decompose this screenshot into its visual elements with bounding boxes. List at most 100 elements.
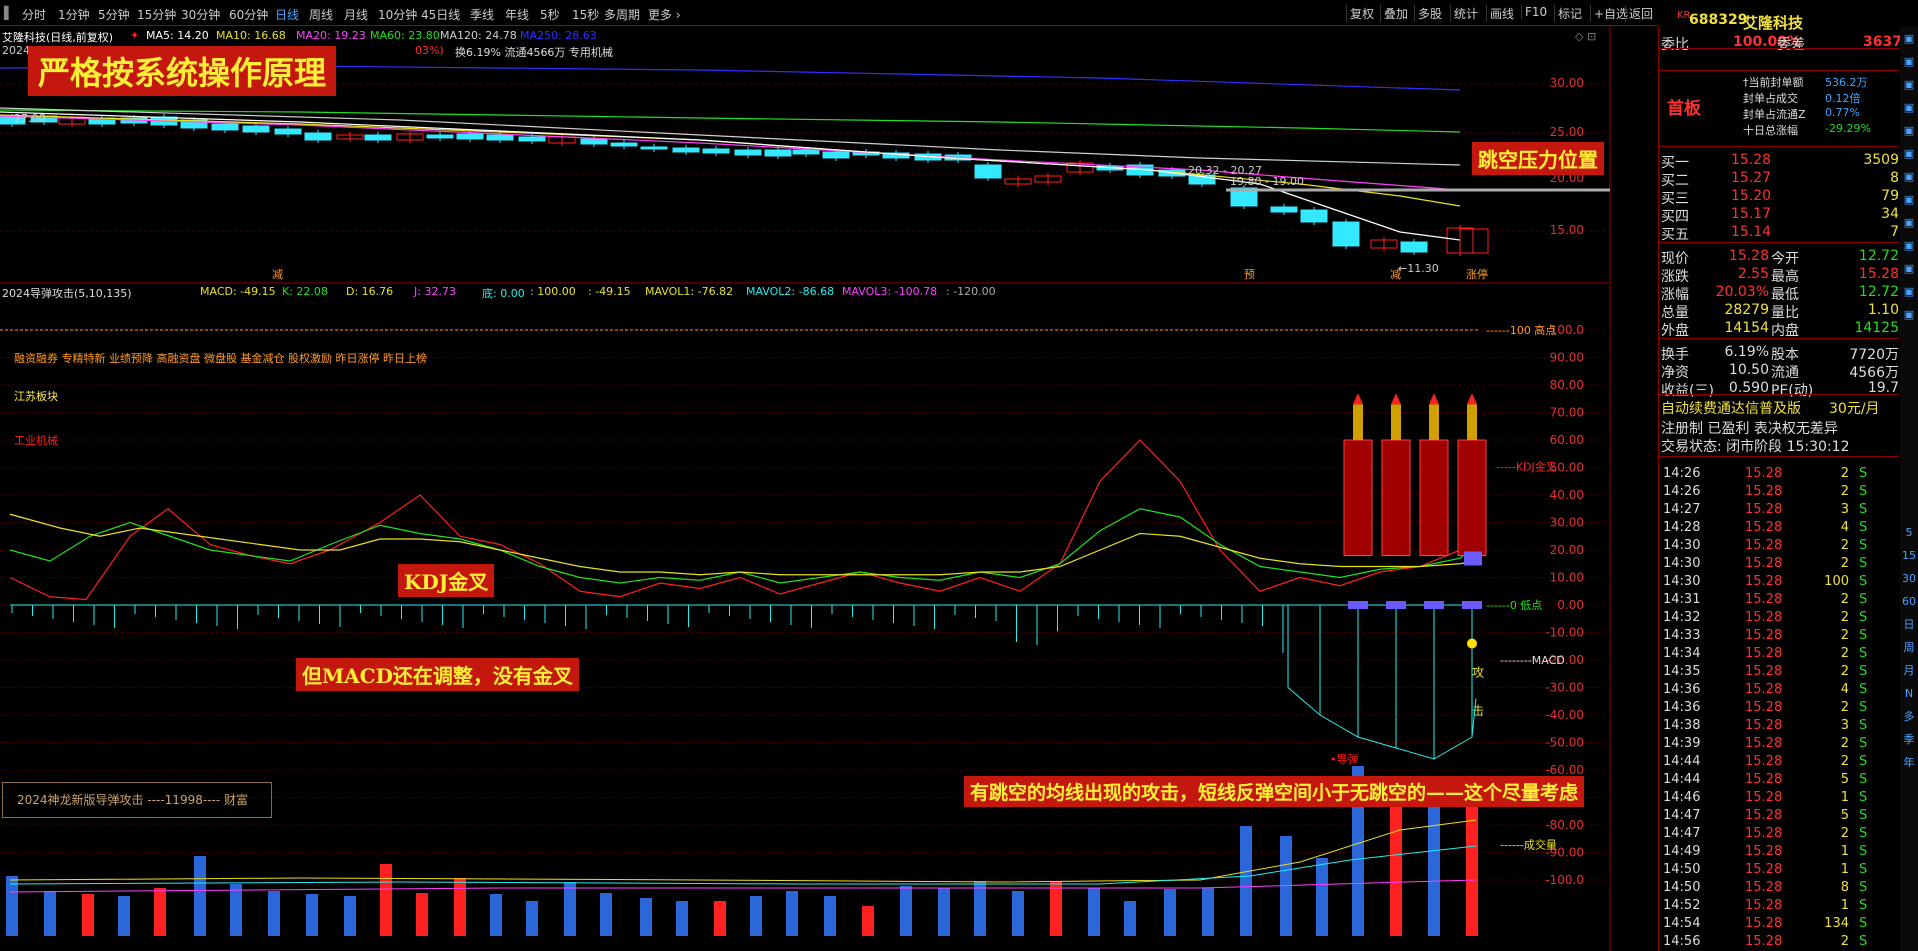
tick-vol: 8 [1840,880,1849,895]
pen-icon[interactable]: ▣ [1902,308,1916,322]
quote-value: 2.55 [1737,266,1769,282]
tick-vol: 3 [1840,718,1849,733]
brand-box: 2024神龙新版导弹攻击 ----11998---- 财富 [2,782,272,818]
tab-12[interactable]: 年线 [505,6,529,23]
period-side-2[interactable]: 30 [1902,572,1916,586]
grid-icon[interactable]: ▣ [1902,147,1916,161]
tab-1[interactable]: 1分钟 [58,6,90,23]
attack-dot [1467,638,1477,649]
tick-time: 14:35 [1663,664,1701,679]
tick-side: S [1859,574,1868,589]
quote-label: 外盘 [1661,323,1689,339]
quote-value2: 12.72 [1858,284,1899,300]
line-chart-icon[interactable]: ▣ [1902,101,1916,115]
tick-price: 15.28 [1745,610,1783,625]
tick-vol: 134 [1824,916,1849,931]
menu-icon[interactable]: ▌ [4,6,13,20]
period-side-7[interactable]: N [1902,687,1916,701]
tab-8[interactable]: 月线 [344,6,368,23]
toolbar-1[interactable]: 叠加 [1380,5,1411,22]
tab-3[interactable]: 15分钟 [137,6,176,23]
tick-vol: 1 [1840,898,1849,913]
table-icon[interactable]: ▣ [1902,216,1916,230]
list-icon[interactable]: ▣ [1902,170,1916,184]
up-arrow-icon[interactable]: ▣ [1902,32,1916,46]
tab-15[interactable]: 多周期 [604,6,640,23]
tick-side: S [1859,556,1868,571]
tab-10[interactable]: 45日线 [421,6,460,23]
tab-9[interactable]: 10分钟 [378,6,417,23]
tab-2[interactable]: 5分钟 [98,6,130,23]
period-side-6[interactable]: 月 [1902,664,1916,678]
period-side-8[interactable]: 多 [1902,710,1916,724]
tab-11[interactable]: 季线 [470,6,494,23]
ind-v2: : -120.00 [946,285,996,298]
candle-body [1300,209,1328,223]
promo-text[interactable]: 自动续费通达信普及版 [1661,398,1801,418]
bid-vol: 7 [1890,224,1899,240]
toolbar-4[interactable]: 画线 [1486,5,1517,22]
bid-label: 买五 [1661,227,1689,243]
price-annot-2: 19.80 - 19.00 [1230,175,1304,188]
promo-price[interactable]: 30元/月 [1829,398,1880,418]
candle-icon[interactable]: ▣ [1902,124,1916,138]
search-icon[interactable]: ▣ [1902,262,1916,276]
period-side-10[interactable]: 年 [1902,756,1916,770]
tab-14[interactable]: 15秒 [572,6,599,23]
period-side-3[interactable]: 60 [1902,595,1916,609]
quote-value: 14154 [1724,320,1769,336]
ind-axis-label: -40.00 [1545,708,1584,722]
chart-icon[interactable]: ▣ [1902,285,1916,299]
tab-7[interactable]: 周线 [309,6,333,23]
stat-value2: 7720万 [1849,347,1899,363]
tick-price: 15.28 [1745,718,1783,733]
tick-time: 14:28 [1663,520,1701,535]
period-side-1[interactable]: 15 [1902,549,1916,563]
callout-gap: 跳空压力位置 [1472,142,1604,175]
tick-price: 15.28 [1745,502,1783,517]
toolbar-6[interactable]: 标记 [1554,5,1585,22]
period-side-4[interactable]: 日 [1902,618,1916,632]
tick-price: 15.28 [1745,682,1783,697]
info-icon[interactable]: ▣ [1902,193,1916,207]
volume-bar [6,876,18,936]
stock-name: 艾隆科技 [1743,14,1804,32]
bar-chart-icon[interactable]: ▣ [1902,78,1916,92]
down-arrow-icon[interactable]: ▣ [1902,55,1916,69]
ind-macd: MACD: -49.15 [200,285,276,298]
period-side-9[interactable]: 季 [1902,733,1916,747]
tab-4[interactable]: 30分钟 [181,6,220,23]
tick-vol: 2 [1840,664,1849,679]
volume-bar [526,901,538,936]
tab-13[interactable]: 5秒 [540,6,560,23]
period-toolbar: 分时 1分钟 5分钟 15分钟 30分钟 60分钟 日线 周线 月线 10分钟 45日线 季线 年线 5秒… [0,0,1658,26]
toolbar-8[interactable]: 返回 [1625,5,1656,22]
chart-settings-icon[interactable]: ◇ ⊡ [1575,30,1596,43]
stat-label2: 股本 [1771,347,1799,363]
tab-16[interactable]: 更多 › [648,6,681,23]
period-side-5[interactable]: 周 [1902,641,1916,655]
quote-value2: 1.10 [1867,302,1899,318]
volume-bar [454,878,466,936]
bid-label: 买三 [1661,191,1689,207]
tick-time: 14:30 [1663,574,1701,589]
tick-time: 14:50 [1663,862,1701,877]
candle-body [640,146,668,150]
period-side-0[interactable]: 5 [1902,526,1916,540]
tab-6[interactable]: 日线 [275,6,299,23]
tick-time: 14:30 [1663,556,1701,571]
ind-axis-label: 70.00 [1550,406,1584,420]
price-annot-3: 27.00 [14,112,46,125]
toolbar-5[interactable]: F10 [1521,5,1550,19]
toolbar-0[interactable]: 复权 [1346,5,1377,22]
low-marker [1424,601,1444,609]
doc-icon[interactable]: ▣ [1902,239,1916,253]
toolbar-2[interactable]: 多股 [1414,5,1445,22]
toolbar-3[interactable]: 统计 [1450,5,1481,22]
tab-5[interactable]: 60分钟 [229,6,268,23]
main-axis-label: 25.00 [1550,125,1584,139]
tick-price: 15.28 [1745,538,1783,553]
tab-0[interactable]: 分时 [22,6,46,23]
indicator-title[interactable]: 2024导弹攻击(5,10,135) [2,285,132,301]
rocket-arrow [1429,393,1439,405]
